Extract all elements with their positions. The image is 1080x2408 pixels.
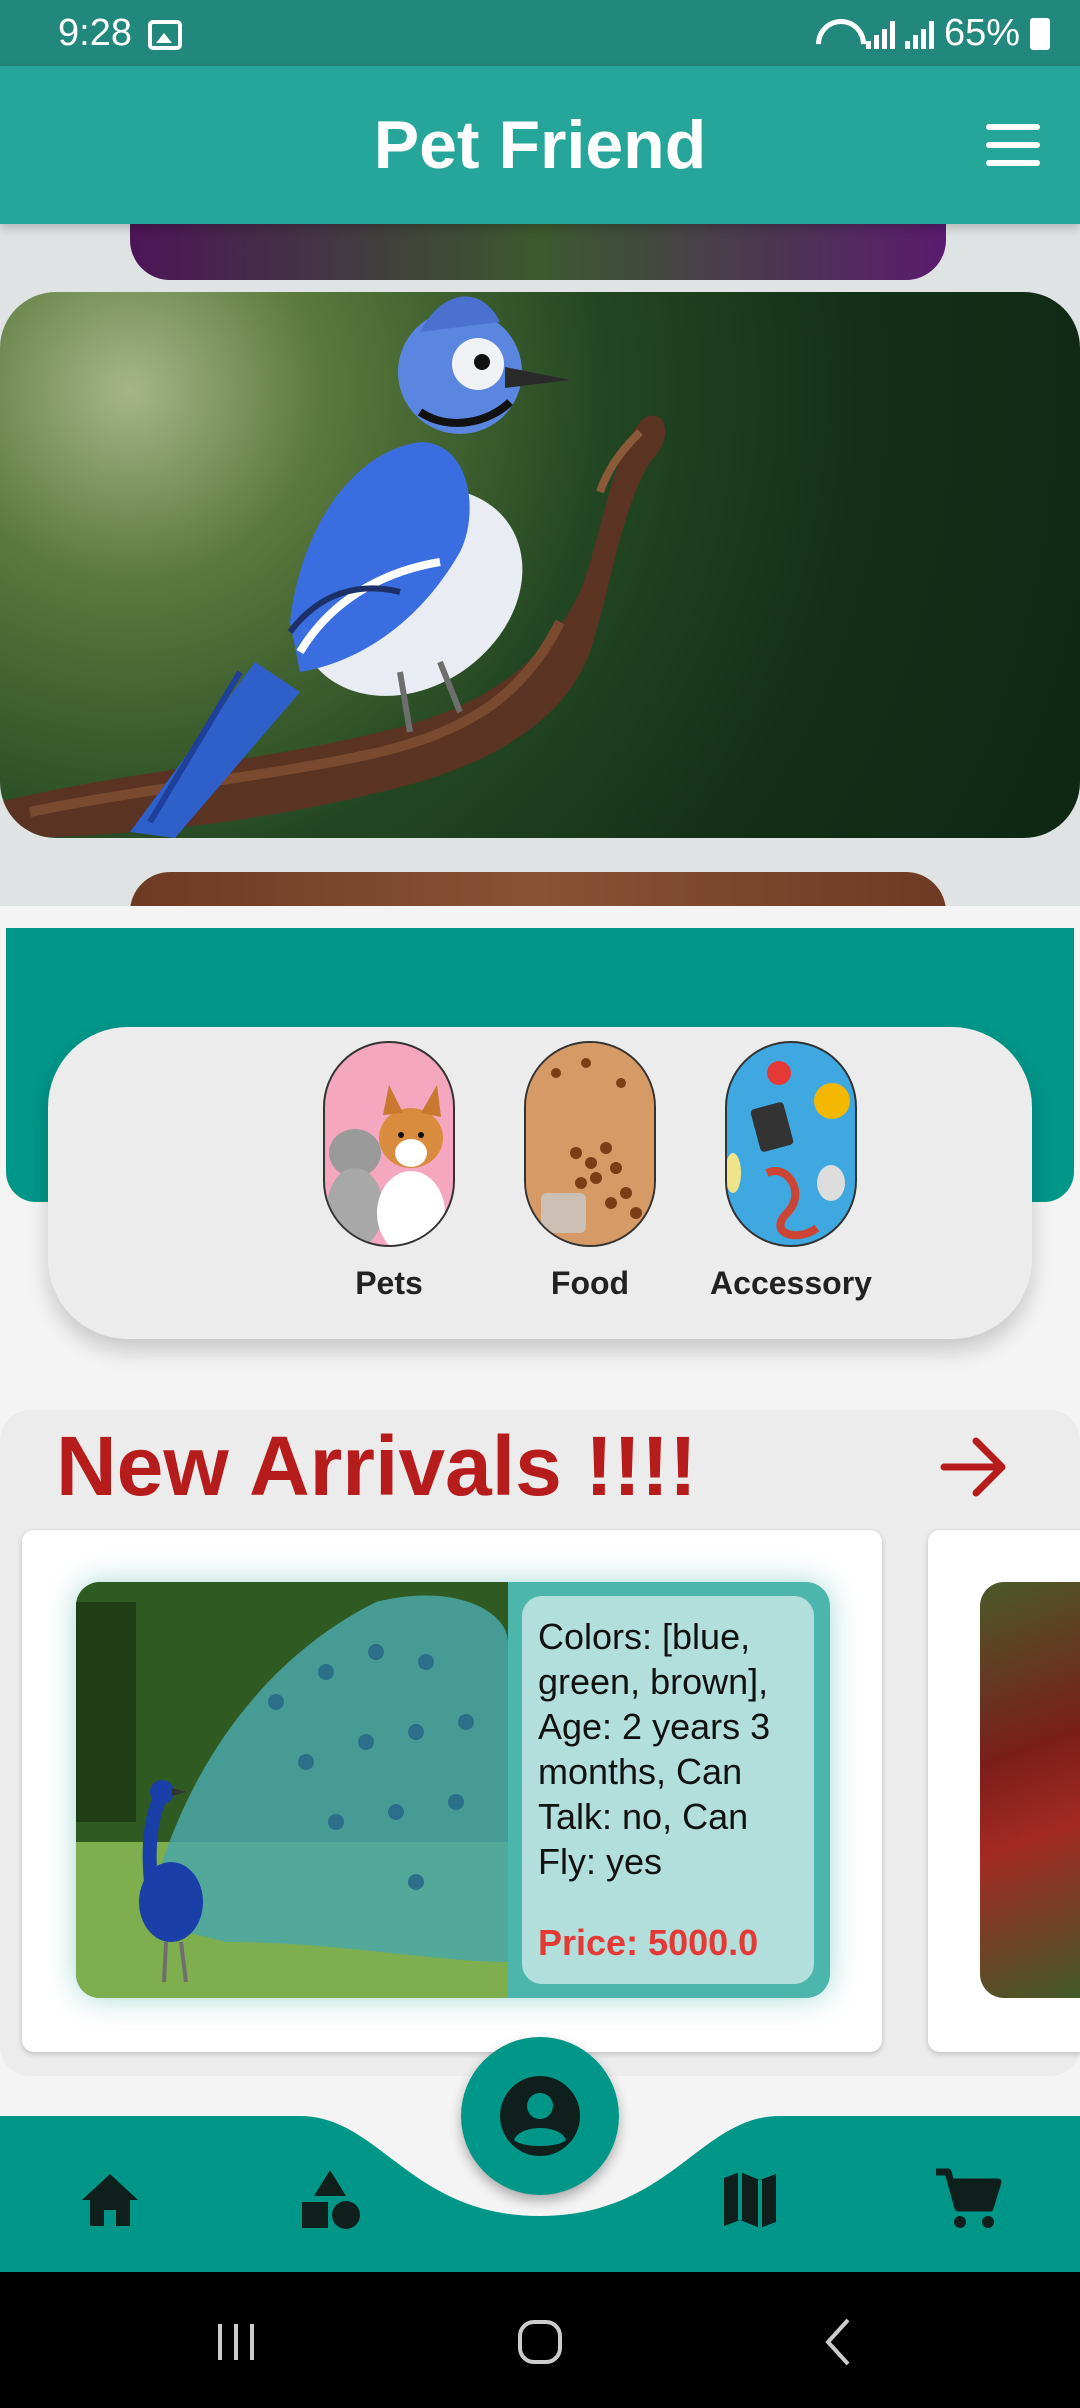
- category-food[interactable]: Food: [490, 1041, 690, 1302]
- accessory-image: [725, 1041, 857, 1247]
- back-icon[interactable]: [812, 2312, 872, 2372]
- battery-percent: 65%: [943, 12, 1020, 54]
- new-arrivals-title: New Arrivals !!!!: [56, 1419, 698, 1513]
- gallery-notification-icon: [148, 20, 182, 50]
- home-system-icon[interactable]: [510, 2312, 570, 2372]
- system-navigation-bar: [0, 2272, 1080, 2408]
- cart-icon[interactable]: [932, 2164, 1004, 2236]
- carousel-next-slide[interactable]: [130, 872, 946, 906]
- battery-icon: [1030, 17, 1050, 50]
- image-carousel[interactable]: [0, 224, 1080, 906]
- category-label: Pets: [355, 1265, 423, 1301]
- category-pets[interactable]: Pets: [289, 1041, 489, 1302]
- profile-button[interactable]: [461, 2037, 619, 2195]
- product-card[interactable]: Colors: [blue, green, brown], Age: 2 yea…: [22, 1530, 882, 2052]
- new-arrivals-section: New Arrivals !!!! Colors: [blue, green, …: [0, 1410, 1080, 2076]
- carousel-prev-slide[interactable]: [130, 224, 946, 280]
- carousel-current-slide[interactable]: [0, 292, 1080, 838]
- product-description: Colors: [blue, green, brown], Age: 2 yea…: [538, 1616, 771, 1882]
- category-accessory[interactable]: Accessory: [691, 1041, 891, 1302]
- map-icon[interactable]: [714, 2164, 786, 2236]
- category-label: Food: [550, 1265, 630, 1301]
- app-title: Pet Friend: [373, 107, 707, 183]
- category-label: Accessory: [710, 1265, 872, 1301]
- blue-jay-photo: [0, 296, 666, 838]
- pets-image: [323, 1041, 455, 1247]
- recent-apps-icon[interactable]: [206, 2312, 266, 2372]
- product-price: Price: 5000.0: [538, 1922, 759, 1963]
- category-icon[interactable]: [294, 2164, 366, 2236]
- menu-icon[interactable]: [986, 124, 1040, 166]
- status-bar: 9:28 65%: [0, 0, 1080, 66]
- app-bar: Pet Friend: [0, 66, 1080, 224]
- status-time: 9:28: [58, 12, 132, 54]
- peacock-photo: [76, 1582, 508, 1998]
- product-card-next[interactable]: [928, 1530, 1080, 2052]
- account-circle-icon: [500, 2076, 580, 2156]
- signal-icon-2: [904, 19, 934, 49]
- signal-icon: [865, 19, 895, 49]
- product-info: Colors: [blue, green, brown], Age: 2 yea…: [522, 1596, 814, 1984]
- cardinal-photo: [980, 1582, 1080, 1998]
- home-icon[interactable]: [74, 2164, 146, 2236]
- arrow-right-icon[interactable]: [940, 1432, 1010, 1502]
- wifi-icon: [816, 19, 856, 49]
- category-card: Pets Food Accessory: [48, 1027, 1032, 1339]
- food-image: [524, 1041, 656, 1247]
- product-card-inner: Colors: [blue, green, brown], Age: 2 yea…: [76, 1582, 830, 1998]
- status-icons: 65%: [816, 12, 1050, 55]
